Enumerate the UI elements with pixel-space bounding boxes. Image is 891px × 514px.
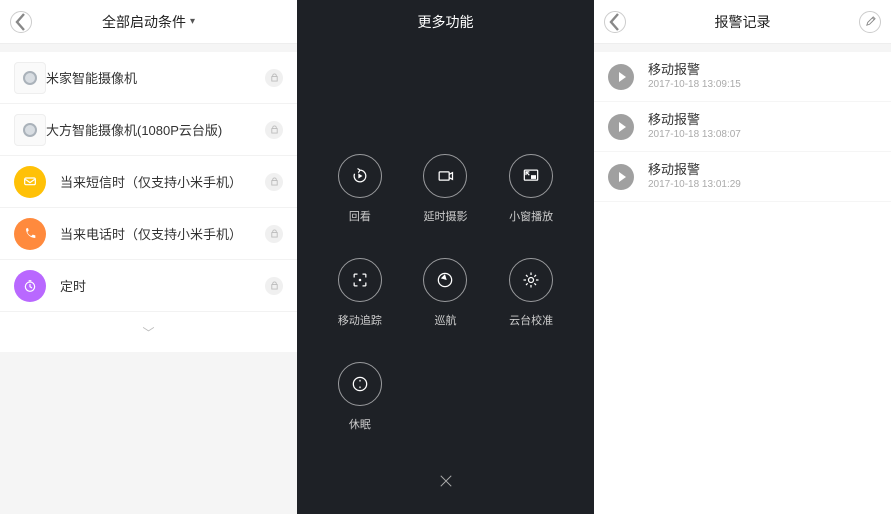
trigger-row[interactable]: 当来短信时（仅支持小米手机）: [0, 156, 297, 208]
panel1-title: 全部启动条件: [102, 12, 186, 32]
func-label: 巡航: [434, 312, 456, 328]
alarm-text: 移动报警 2017-10-18 13:09:15: [648, 62, 741, 92]
expand-more[interactable]: ﹀: [0, 312, 297, 352]
func-timelapse[interactable]: 延时摄影: [423, 154, 467, 224]
panel3-header: 报警记录: [594, 0, 891, 44]
alarm-row[interactable]: 移动报警 2017-10-18 13:01:29: [594, 152, 891, 202]
spacer: [0, 44, 297, 52]
panel1-header: 全部启动条件 ▾: [0, 0, 297, 44]
alarm-text: 移动报警 2017-10-18 13:08:07: [648, 112, 741, 142]
pip-icon: [509, 154, 553, 198]
play-icon: [608, 164, 634, 190]
panel-more-functions: 更多功能 回看 延时摄影 小窗播放 移动追踪 巡航: [297, 0, 594, 514]
pencil-icon: [865, 16, 876, 27]
sleep-icon: [338, 362, 382, 406]
spacer: [594, 44, 891, 52]
alarm-name: 移动报警: [648, 112, 741, 129]
lock-icon: [265, 121, 283, 139]
chevron-down-icon: ▾: [190, 16, 195, 27]
back-button[interactable]: [10, 11, 32, 33]
tracking-icon: [338, 258, 382, 302]
phone-icon: [14, 218, 46, 250]
func-calibrate[interactable]: 云台校准: [509, 258, 553, 328]
alarm-row[interactable]: 移动报警 2017-10-18 13:09:15: [594, 52, 891, 102]
alarm-row[interactable]: 移动报警 2017-10-18 13:08:07: [594, 102, 891, 152]
panel-triggers: 全部启动条件 ▾ 米家智能摄像机 大方智能摄像机(1080P云台版) 当来短信时…: [0, 0, 297, 514]
play-icon: [608, 64, 634, 90]
panel1-title-dropdown[interactable]: 全部启动条件 ▾: [102, 12, 195, 32]
panel2-header: 更多功能: [297, 0, 594, 44]
trigger-row[interactable]: 当来电话时（仅支持小米手机）: [0, 208, 297, 260]
back-button[interactable]: [604, 11, 626, 33]
func-label: 休眠: [349, 416, 371, 432]
func-label: 云台校准: [509, 312, 553, 328]
close-button[interactable]: [431, 466, 461, 496]
func-sleep[interactable]: 休眠: [338, 362, 382, 432]
trigger-label: 大方智能摄像机(1080P云台版): [46, 120, 222, 139]
func-label: 小窗播放: [509, 208, 553, 224]
trigger-row[interactable]: 定时: [0, 260, 297, 312]
alarm-time: 2017-10-18 13:01:29: [648, 178, 741, 191]
lock-icon: [265, 277, 283, 295]
trigger-row[interactable]: 大方智能摄像机(1080P云台版): [0, 104, 297, 156]
trigger-label: 当来短信时（仅支持小米手机）: [60, 172, 242, 191]
replay-icon: [338, 154, 382, 198]
alarm-name: 移动报警: [648, 62, 741, 79]
func-label: 移动追踪: [338, 312, 382, 328]
func-cruise[interactable]: 巡航: [423, 258, 467, 328]
timelapse-icon: [423, 154, 467, 198]
trigger-label: 定时: [60, 276, 86, 295]
panel3-title: 报警记录: [715, 12, 771, 32]
camera-icon: [14, 62, 46, 94]
panel2-title: 更多功能: [418, 12, 474, 32]
function-grid: 回看 延时摄影 小窗播放 移动追踪 巡航 云台校准: [297, 44, 594, 432]
func-tracking[interactable]: 移动追踪: [338, 258, 382, 328]
alarm-text: 移动报警 2017-10-18 13:01:29: [648, 162, 741, 192]
chevron-down-icon: ﹀: [142, 324, 154, 341]
play-icon: [608, 114, 634, 140]
lock-icon: [265, 69, 283, 87]
message-icon: [14, 166, 46, 198]
alarm-name: 移动报警: [648, 162, 741, 179]
trigger-label: 米家智能摄像机: [46, 68, 137, 87]
alarm-time: 2017-10-18 13:09:15: [648, 78, 741, 91]
lock-icon: [265, 225, 283, 243]
func-replay[interactable]: 回看: [338, 154, 382, 224]
trigger-label: 当来电话时（仅支持小米手机）: [60, 224, 242, 243]
lock-icon: [265, 173, 283, 191]
close-icon: [437, 472, 455, 490]
calibrate-icon: [509, 258, 553, 302]
func-label: 延时摄影: [423, 208, 467, 224]
func-pip[interactable]: 小窗播放: [509, 154, 553, 224]
timer-icon: [14, 270, 46, 302]
panel-alarm-log: 报警记录 移动报警 2017-10-18 13:09:15 移动报警 2017-…: [594, 0, 891, 514]
cruise-icon: [423, 258, 467, 302]
camera-icon: [14, 114, 46, 146]
edit-button[interactable]: [859, 11, 881, 33]
alarm-time: 2017-10-18 13:08:07: [648, 128, 741, 141]
trigger-row[interactable]: 米家智能摄像机: [0, 52, 297, 104]
func-label: 回看: [349, 208, 371, 224]
